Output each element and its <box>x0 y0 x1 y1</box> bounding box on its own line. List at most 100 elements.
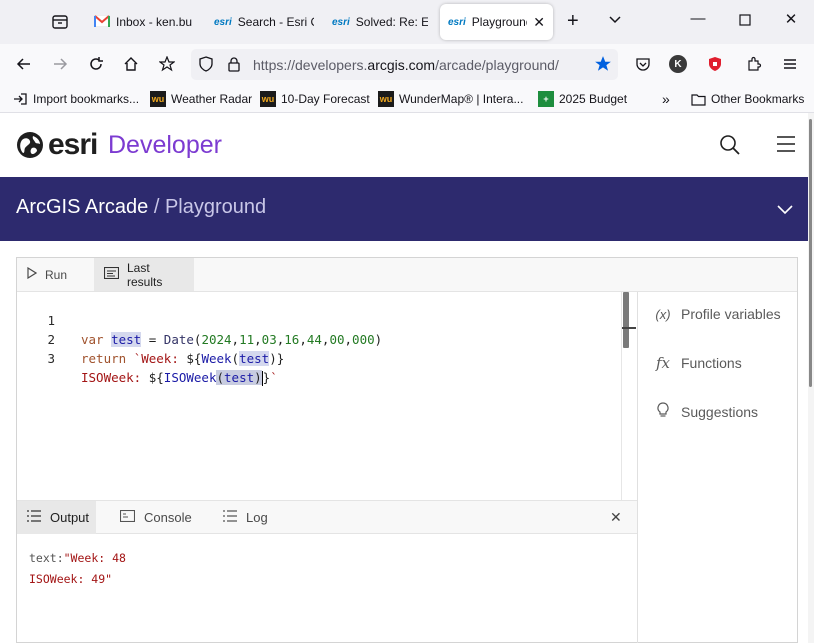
play-icon <box>27 266 38 282</box>
gmail-icon <box>93 14 111 30</box>
bookmarks-bar: Import bookmarks... wu Weather Radar wu … <box>0 85 814 113</box>
suggestions-item[interactable]: Suggestions <box>653 402 758 421</box>
wunderground-icon: wu <box>150 91 166 107</box>
log-list-icon <box>223 510 237 525</box>
chevron-down-icon[interactable] <box>776 203 794 218</box>
lock-icon[interactable] <box>223 53 245 75</box>
list-all-tabs-icon[interactable] <box>46 10 74 34</box>
lightbulb-icon <box>653 402 673 421</box>
page-scrollbar-thumb[interactable] <box>809 119 812 387</box>
developer-title[interactable]: Developer <box>108 130 222 160</box>
hamburger-menu-icon[interactable] <box>779 53 801 75</box>
output-tabbar: Output Console Log ✕ <box>17 500 637 534</box>
output-line: ISOWeek: 49" <box>29 569 126 590</box>
code-text: return `Week: ${Week(test)} <box>81 351 285 366</box>
close-window-icon[interactable]: ✕ <box>781 10 801 32</box>
close-tab-icon[interactable]: ✕ <box>533 14 545 31</box>
profile-avatar[interactable]: K <box>667 53 689 75</box>
editor-scrollbar[interactable] <box>623 292 629 348</box>
other-bookmarks[interactable]: Other Bookmarks <box>690 91 804 107</box>
output-line: text:"Week: 48 <box>29 548 126 569</box>
bookmark-import[interactable]: Import bookmarks... <box>12 91 139 107</box>
browser-tab-strip: Inbox - ken.bu esri Search - Esri C esri… <box>0 0 814 44</box>
panel-divider <box>637 292 638 643</box>
bookmark-star-icon[interactable] <box>156 53 178 75</box>
browser-navbar: https://developers.arcgis.com/arcade/pla… <box>0 44 814 85</box>
output-key: text: <box>29 551 64 565</box>
breadcrumb-separator: / <box>153 196 160 218</box>
resize-handle[interactable] <box>622 327 636 329</box>
site-header: esri Developer <box>0 113 808 177</box>
tab-title: Inbox - ken.bu <box>116 15 193 29</box>
esri-logo[interactable]: esri <box>16 128 98 161</box>
list-icon <box>27 510 41 525</box>
tab-output[interactable]: Output <box>17 501 96 534</box>
run-button[interactable]: Run <box>17 258 94 291</box>
variable-icon: (x) <box>655 306 671 322</box>
tab-log[interactable]: Log <box>213 501 283 534</box>
esri-favicon-icon: esri <box>448 16 466 28</box>
profile-letter: K <box>669 55 687 73</box>
home-icon[interactable] <box>120 53 142 75</box>
results-icon <box>103 266 120 282</box>
tab-inbox[interactable]: Inbox - ken.bu <box>86 4 202 40</box>
import-icon <box>12 91 28 107</box>
folder-icon <box>690 91 706 107</box>
functions-item[interactable]: fx Functions <box>653 354 742 372</box>
chevron-down-icon[interactable] <box>608 12 622 31</box>
pocket-icon[interactable] <box>632 53 654 75</box>
code-line: 2 return `Week: ${Week(test)} <box>17 311 621 366</box>
code-line: 1 var test = Date(2024,11,03,16,44,00,00… <box>17 292 621 347</box>
tab-title: Solved: Re: Ext <box>355 15 428 29</box>
extensions-puzzle-icon[interactable] <box>743 53 765 75</box>
bookmarked-star-icon[interactable] <box>592 53 614 75</box>
esri-wordmark: esri <box>48 128 98 161</box>
code-line: 3 ISOWeek: ${ISOWeek(test)}` <box>17 330 621 386</box>
bookmark-2025-budget[interactable]: + 2025 Budget <box>538 91 627 107</box>
site-menu-icon[interactable] <box>776 135 796 156</box>
tab-solved[interactable]: esri Solved: Re: Ext <box>324 4 436 40</box>
profile-variables-item[interactable]: (x) Profile variables <box>653 306 780 322</box>
esri-favicon-icon: esri <box>214 16 232 28</box>
output-content: text:"Week: 48 ISOWeek: 49" <box>29 548 126 590</box>
new-tab-icon[interactable]: + <box>567 10 579 33</box>
reload-icon[interactable] <box>85 53 107 75</box>
url-text[interactable]: https://developers.arcgis.com/arcade/pla… <box>253 57 559 73</box>
line-number: 3 <box>47 351 55 366</box>
bookmark-weather-radar[interactable]: wu Weather Radar <box>150 91 252 107</box>
forward-icon[interactable] <box>49 53 71 75</box>
ublock-shield-icon[interactable] <box>704 53 726 75</box>
bookmark-wundermap[interactable]: wu WunderMap® | Intera... <box>378 91 523 107</box>
tab-esri-search[interactable]: esri Search - Esri C <box>206 4 322 40</box>
page-scrollbar[interactable] <box>808 113 814 643</box>
tab-title: Playground <box>471 15 528 29</box>
esri-favicon-icon: esri <box>332 16 350 28</box>
wunderground-icon: wu <box>260 91 276 107</box>
tab-title: Search - Esri C <box>237 15 314 29</box>
function-icon: fx <box>655 354 670 372</box>
close-output-icon[interactable]: ✕ <box>610 509 622 526</box>
more-bookmarks-chevron-icon[interactable]: » <box>662 91 670 107</box>
url-bar[interactable]: https://developers.arcgis.com/arcade/pla… <box>191 49 618 80</box>
output-value: ISOWeek: 49" <box>29 572 113 586</box>
bookmark-10-day-forecast[interactable]: wu 10-Day Forecast <box>260 91 370 107</box>
page-title: ArcGIS Arcade / Playground <box>16 196 266 219</box>
search-icon[interactable] <box>719 134 741 159</box>
shield-icon[interactable] <box>195 53 217 75</box>
wunderground-icon: wu <box>378 91 394 107</box>
console-icon <box>119 509 136 525</box>
editor-gutter-line <box>621 292 622 500</box>
tab-console[interactable]: Console <box>110 501 200 534</box>
last-results-button[interactable]: Last results <box>94 258 194 291</box>
minimize-icon[interactable]: — <box>688 10 708 32</box>
tab-playground[interactable]: esri Playground ✕ <box>440 4 553 40</box>
page-banner: ArcGIS Arcade / Playground <box>0 177 808 241</box>
code-text: ISOWeek: ${ISOWeek(test)}` <box>81 370 278 386</box>
google-sheets-icon: + <box>538 91 554 107</box>
maximize-icon[interactable] <box>735 10 755 32</box>
globe-icon <box>17 132 43 158</box>
back-icon[interactable] <box>13 53 35 75</box>
output-value: "Week: 48 <box>63 551 126 565</box>
code-editor[interactable]: 1 var test = Date(2024,11,03,16,44,00,00… <box>17 292 637 500</box>
banner-title-main[interactable]: ArcGIS Arcade <box>16 196 148 218</box>
